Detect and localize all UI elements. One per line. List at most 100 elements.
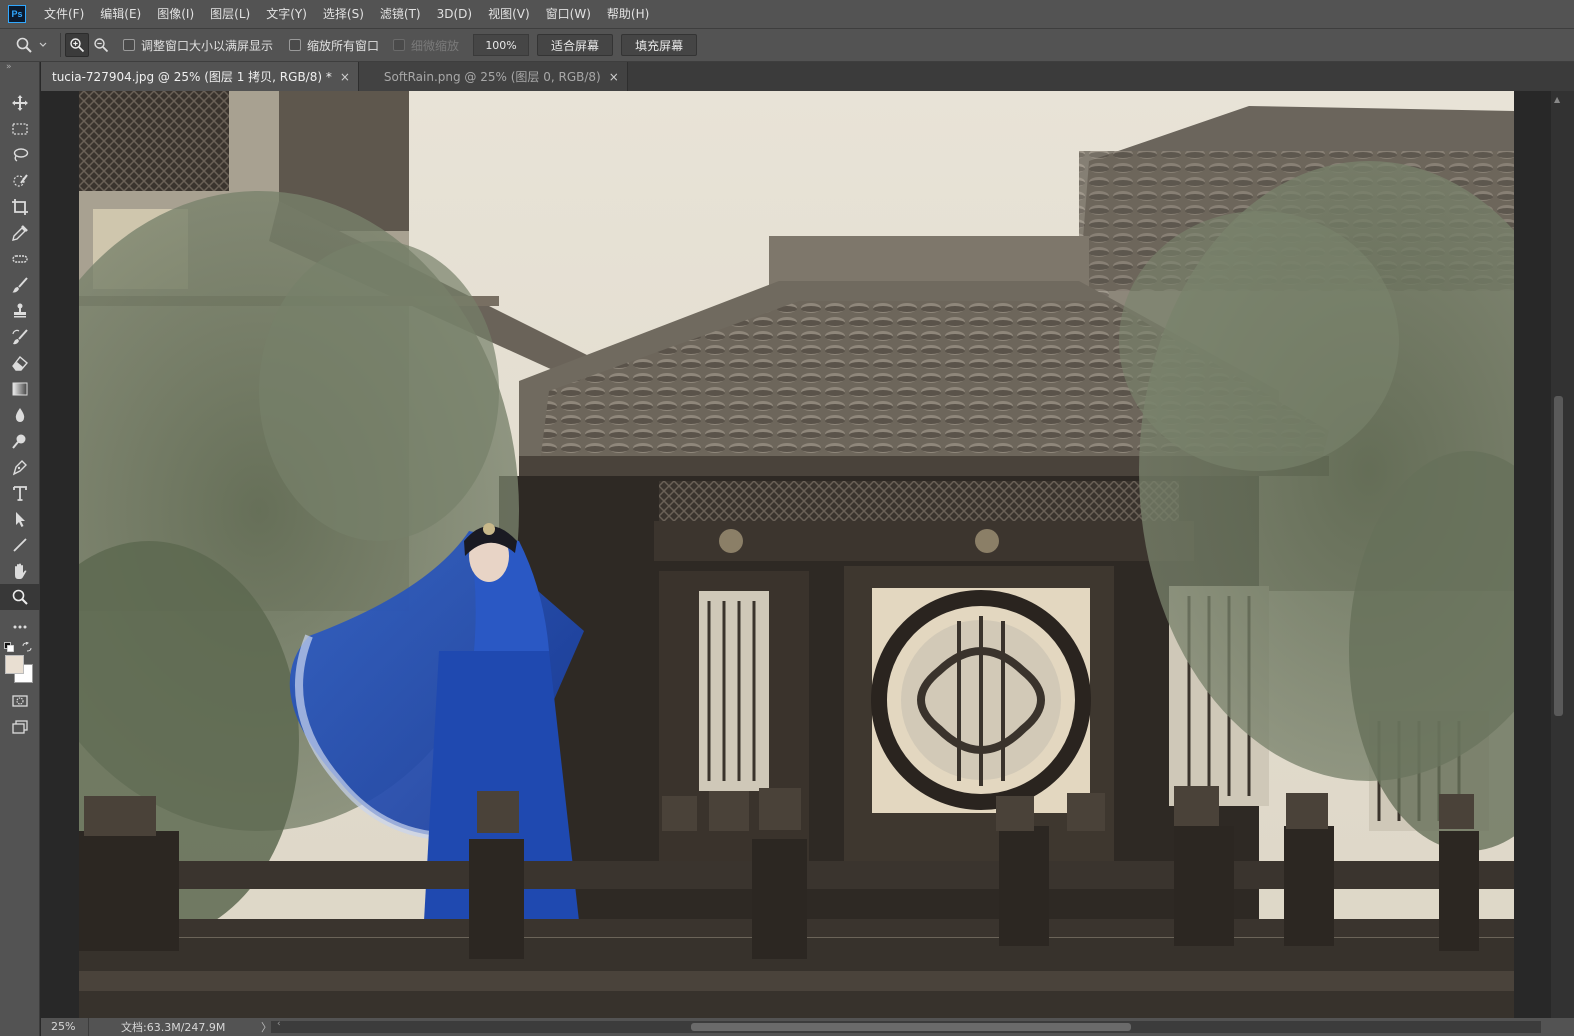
quick-selection-tool[interactable] [0,168,40,194]
marquee-tool[interactable] [0,116,40,142]
scroll-left-icon[interactable]: ‹ [277,1019,281,1029]
panel-grip-icon[interactable]: » [0,62,39,72]
menu-help[interactable]: 帮助(H) [599,0,657,28]
clone-stamp-tool[interactable] [0,298,40,324]
menu-window[interactable]: 窗口(W) [538,0,599,28]
resize-windows-label: 调整窗口大小以满屏显示 [141,38,274,53]
menu-image[interactable]: 图像(I) [149,0,202,28]
line-tool[interactable] [0,532,40,558]
zoom-in-button[interactable] [65,33,89,57]
resize-windows-checkbox[interactable]: 调整窗口大小以满屏显示 [123,37,273,54]
menu-3d[interactable]: 3D(D) [429,0,480,28]
healing-brush-tool[interactable] [0,246,40,272]
zoom-all-windows-checkbox[interactable]: 缩放所有窗口 [289,37,379,54]
close-icon[interactable]: × [340,70,350,84]
menu-view[interactable]: 视图(V) [480,0,538,28]
default-colors-icon[interactable] [4,642,14,652]
scrubby-zoom-checkbox: 细微缩放 [393,37,459,54]
eyedropper-icon [12,225,28,241]
zoom-out-icon [94,38,109,53]
divider [60,33,61,57]
vertical-scrollbar[interactable]: ▲ [1551,91,1574,1018]
foreground-color-swatch[interactable] [5,655,24,674]
crop-tool[interactable] [0,194,40,220]
pen-icon [12,460,27,476]
move-tool[interactable] [0,90,40,116]
close-icon[interactable]: × [609,70,619,84]
horizontal-scrollbar-thumb[interactable] [691,1023,1131,1031]
zoom-tool-icon [16,37,32,53]
more-dots-icon [13,625,27,629]
tab-label: tucia-727904.jpg @ 25% (图层 1 拷贝, RGB/8) … [52,70,332,84]
chevron-down-icon [39,42,47,47]
eyedropper-tool[interactable] [0,220,40,246]
document-size-info: 文档:63.3M/247.9M [121,1021,226,1034]
hand-tool[interactable] [0,558,40,584]
history-brush-tool[interactable] [0,324,40,350]
document-tab-bar: tucia-727904.jpg @ 25% (图层 1 拷贝, RGB/8) … [41,62,1574,91]
document-image[interactable] [79,91,1514,1018]
type-icon [13,486,27,501]
screen-mode-button[interactable] [0,714,40,740]
edit-toolbar-button[interactable] [0,614,40,640]
scroll-up-icon[interactable]: ▲ [1554,95,1560,104]
document-canvas-area[interactable] [41,91,1551,1018]
eraser-icon [12,355,28,371]
lasso-tool[interactable] [0,142,40,168]
type-tool[interactable] [0,480,40,506]
eraser-tool[interactable] [0,350,40,376]
zoom-percentage-field[interactable]: 100% [473,34,530,56]
blur-tool[interactable] [0,402,40,428]
scrubby-zoom-label: 细微缩放 [411,38,460,53]
path-selection-tool[interactable] [0,506,40,532]
options-bar: 调整窗口大小以满屏显示 缩放所有窗口 细微缩放 100% 适合屏幕 填充屏幕 [0,28,1574,62]
tools-panel: » [0,62,40,1036]
pen-tool[interactable] [0,454,40,480]
tab-label: SoftRain.png @ 25% (图层 0, RGB/8) [383,70,601,84]
stamp-icon [14,303,26,318]
rectangle-marquee-icon [12,123,28,135]
menu-layer[interactable]: 图层(L) [202,0,258,28]
color-swatches [0,640,40,688]
photoshop-logo-icon[interactable]: Ps [8,5,26,23]
quick-selection-icon [13,174,28,187]
brush-icon [12,277,28,293]
menu-select[interactable]: 选择(S) [315,0,372,28]
status-zoom-field[interactable]: 25% [41,1018,89,1036]
zoom-all-windows-label: 缩放所有窗口 [307,38,380,53]
photo-content [79,91,1514,1018]
zoom-in-icon [70,38,85,53]
brush-tool[interactable] [0,272,40,298]
document-tab-active[interactable]: tucia-727904.jpg @ 25% (图层 1 拷贝, RGB/8) … [41,62,359,91]
screen-mode-icon [12,720,28,734]
dodge-icon [12,434,26,449]
menu-edit[interactable]: 编辑(E) [92,0,149,28]
checkbox-box[interactable] [289,39,302,51]
dodge-tool[interactable] [0,428,40,454]
menu-filter[interactable]: 滤镜(T) [372,0,429,28]
status-bar: 25% 文档:63.3M/247.9M 〉 ‹ [41,1018,1574,1036]
gradient-tool[interactable] [0,376,40,402]
vertical-scrollbar-thumb[interactable] [1554,396,1563,716]
document-tab[interactable]: SoftRain.png @ 25% (图层 0, RGB/8) × [358,62,628,91]
path-selection-icon [16,512,25,527]
checkbox-box[interactable] [123,39,135,51]
hand-icon [15,563,27,579]
menu-type[interactable]: 文字(Y) [258,0,315,28]
fill-screen-button[interactable]: 填充屏幕 [621,34,698,56]
zoom-tool[interactable] [0,584,40,610]
zoom-out-button[interactable] [89,33,113,57]
tool-preset-picker[interactable] [6,28,56,62]
water-drop-icon [15,408,25,422]
quick-mask-icon [12,695,28,707]
fit-screen-button[interactable]: 适合屏幕 [537,34,614,56]
line-icon [13,538,27,552]
move-icon [12,95,28,111]
quick-mask-button[interactable] [0,688,40,714]
horizontal-scrollbar[interactable]: ‹ [271,1019,1541,1033]
lasso-icon [13,148,29,162]
checkbox-box [393,39,406,51]
crop-icon [12,199,28,215]
menu-file[interactable]: 文件(F) [36,0,92,28]
swap-colors-icon[interactable] [22,642,32,652]
